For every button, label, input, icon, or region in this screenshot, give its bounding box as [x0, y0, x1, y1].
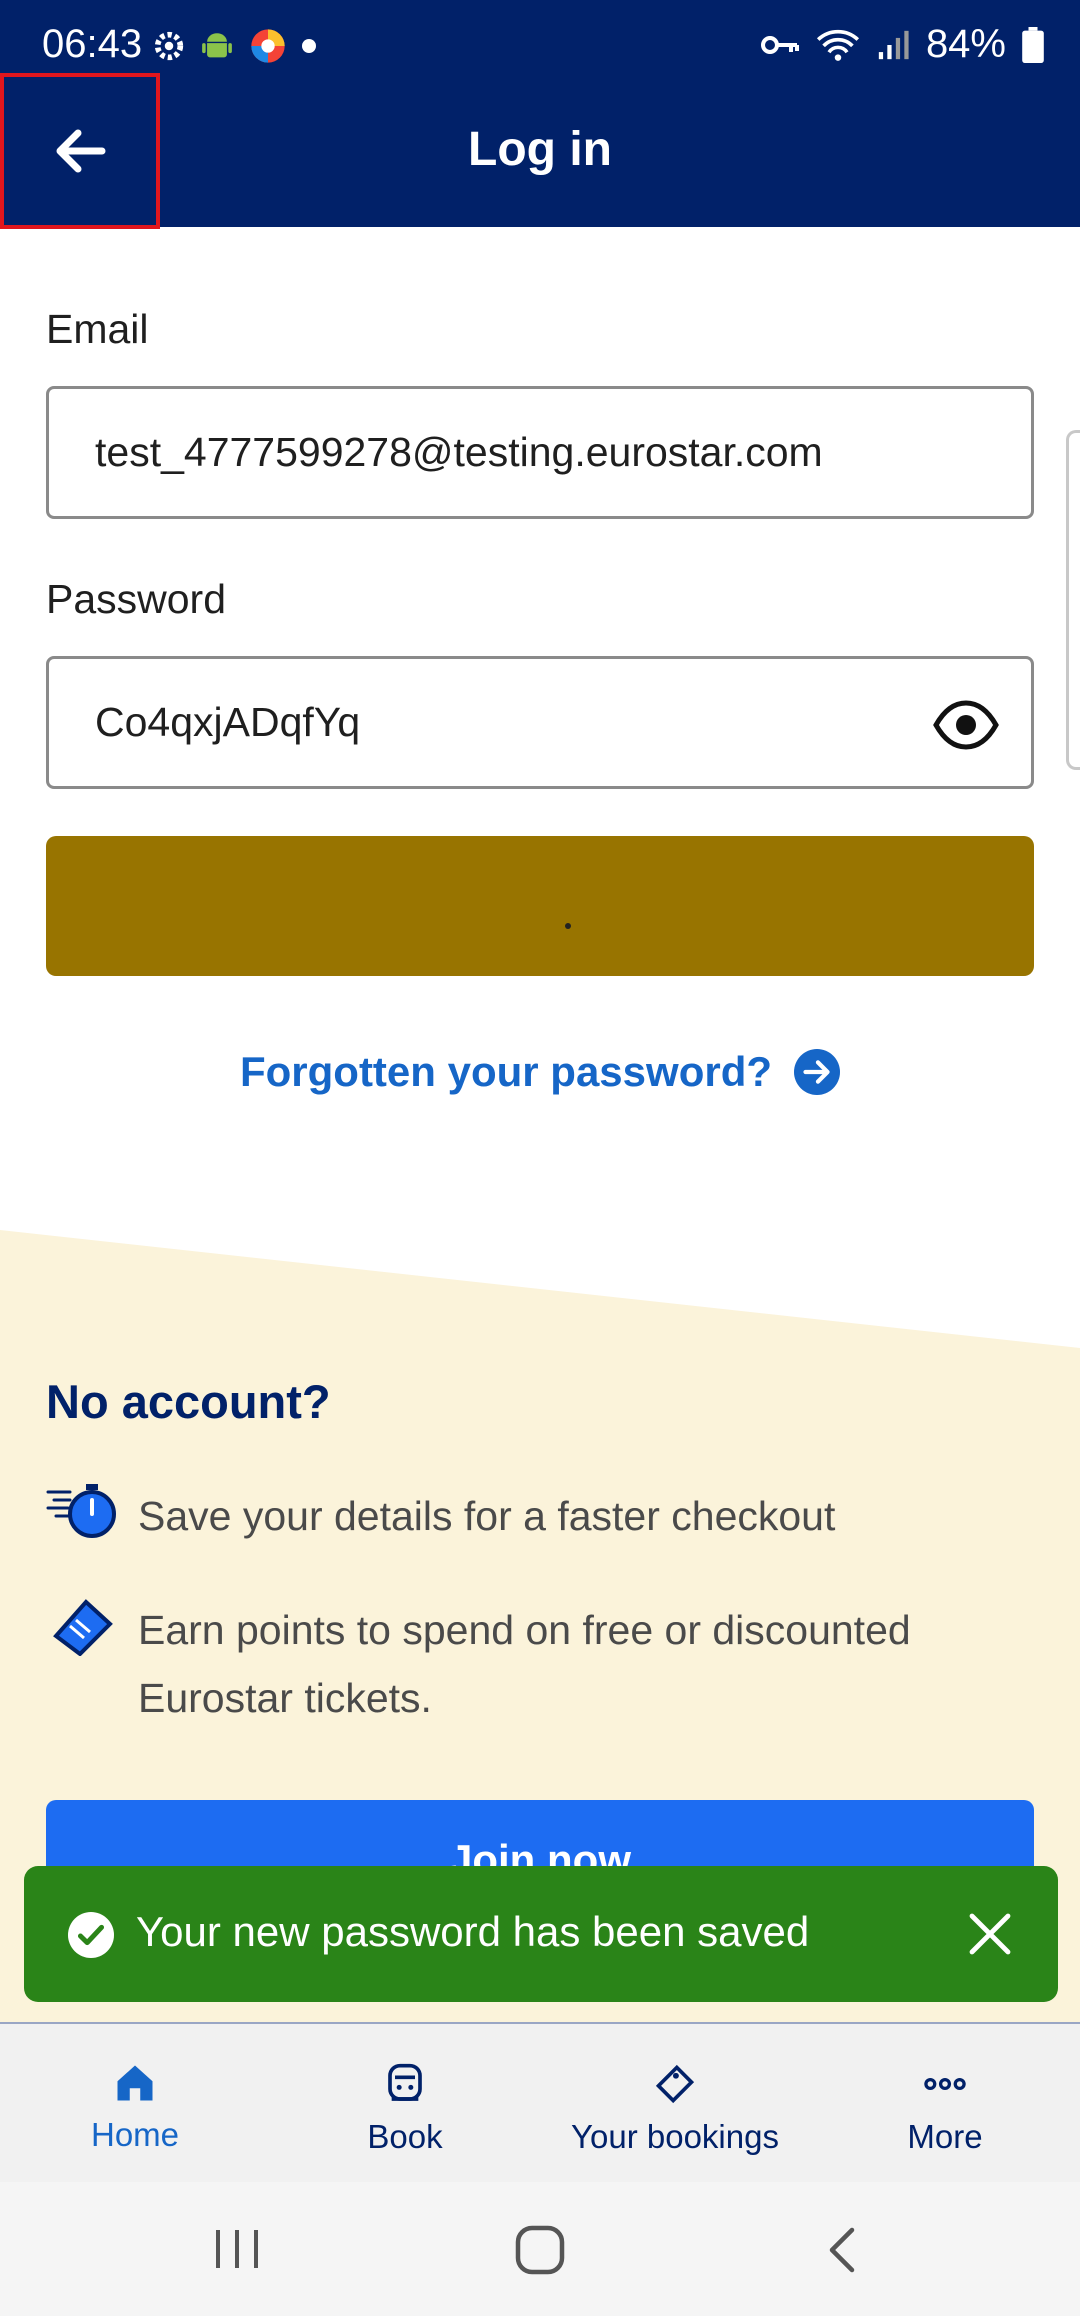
battery-percent: 84%: [925, 22, 1006, 66]
status-icons-right: 84%: [760, 22, 1044, 67]
more-icon: [924, 2077, 966, 2091]
success-toast: Your new password has been saved: [24, 1866, 1058, 2002]
nav-item-bookings[interactable]: Your bookings: [540, 2024, 810, 2184]
signal-icon: [878, 30, 909, 59]
back-system-icon[interactable]: [822, 2226, 862, 2274]
key-icon: [760, 35, 799, 54]
nav-item-home[interactable]: Home: [0, 2024, 270, 2184]
benefit-text: Earn points to spend on free or discount…: [138, 1607, 911, 1721]
home-icon: [117, 2065, 153, 2101]
email-value: test_4777599278@testing.eurostar.com: [95, 429, 823, 475]
back-button[interactable]: [0, 73, 160, 229]
password-value: Co4qxjADqfYq: [95, 699, 361, 745]
train-icon: [388, 2063, 422, 2101]
settings-icon: [154, 31, 184, 61]
android-icon: [202, 33, 232, 58]
check-circle-icon: [68, 1912, 114, 1958]
login-button[interactable]: [46, 836, 1034, 976]
ticket-icon: [655, 2064, 695, 2104]
nav-item-book[interactable]: Book: [270, 2024, 540, 2184]
close-icon[interactable]: [966, 1910, 1014, 1958]
loading-indicator: [565, 923, 571, 929]
eye-icon[interactable]: [933, 697, 999, 753]
nav-label-bookings: Your bookings: [571, 2118, 779, 2155]
forgot-password-text: Forgotten your password?: [239, 1048, 772, 1095]
nav-label-book: Book: [367, 2118, 443, 2155]
password-label: Password: [46, 576, 227, 622]
email-field[interactable]: test_4777599278@testing.eurostar.com: [46, 386, 1034, 519]
browser-icon: [251, 29, 285, 63]
wifi-icon: [816, 29, 859, 61]
nav-label-more: More: [907, 2118, 983, 2155]
nav-label-home: Home: [90, 2116, 180, 2153]
dot-icon: [302, 39, 316, 53]
password-field[interactable]: Co4qxjADqfYq: [46, 656, 1034, 789]
bottom-nav: Home Book Your bookings More: [0, 2022, 1080, 2182]
recent-apps-icon[interactable]: [212, 2226, 262, 2272]
benefit-item: Earn points to spend on free or discount…: [46, 1596, 1038, 1732]
arrow-right-circle-icon: [794, 1049, 840, 1095]
toast-message: Your new password has been saved: [136, 1908, 810, 1955]
side-feedback-tab[interactable]: [1066, 430, 1080, 770]
arrow-left-icon: [56, 129, 106, 173]
page-title: Log in: [468, 123, 612, 176]
ticket-icon: [53, 1599, 113, 1656]
system-nav-bar: [0, 2182, 1080, 2316]
home-system-icon[interactable]: [514, 2224, 566, 2276]
status-icons-left: [152, 26, 316, 66]
forgot-password-link[interactable]: Forgotten your password?: [0, 1048, 1080, 1096]
no-account-heading: No account?: [46, 1375, 331, 1428]
status-time: 06:43: [42, 22, 143, 66]
email-label: Email: [46, 306, 149, 352]
benefit-text: Save your details for a faster checkout: [138, 1493, 836, 1539]
status-bar: 06:43 84%: [0, 0, 1080, 92]
stopwatch-icon: [46, 1484, 116, 1538]
benefit-item: Save your details for a faster checkout: [46, 1482, 1038, 1550]
battery-icon: [1022, 26, 1044, 63]
nav-item-more[interactable]: More: [810, 2024, 1080, 2184]
